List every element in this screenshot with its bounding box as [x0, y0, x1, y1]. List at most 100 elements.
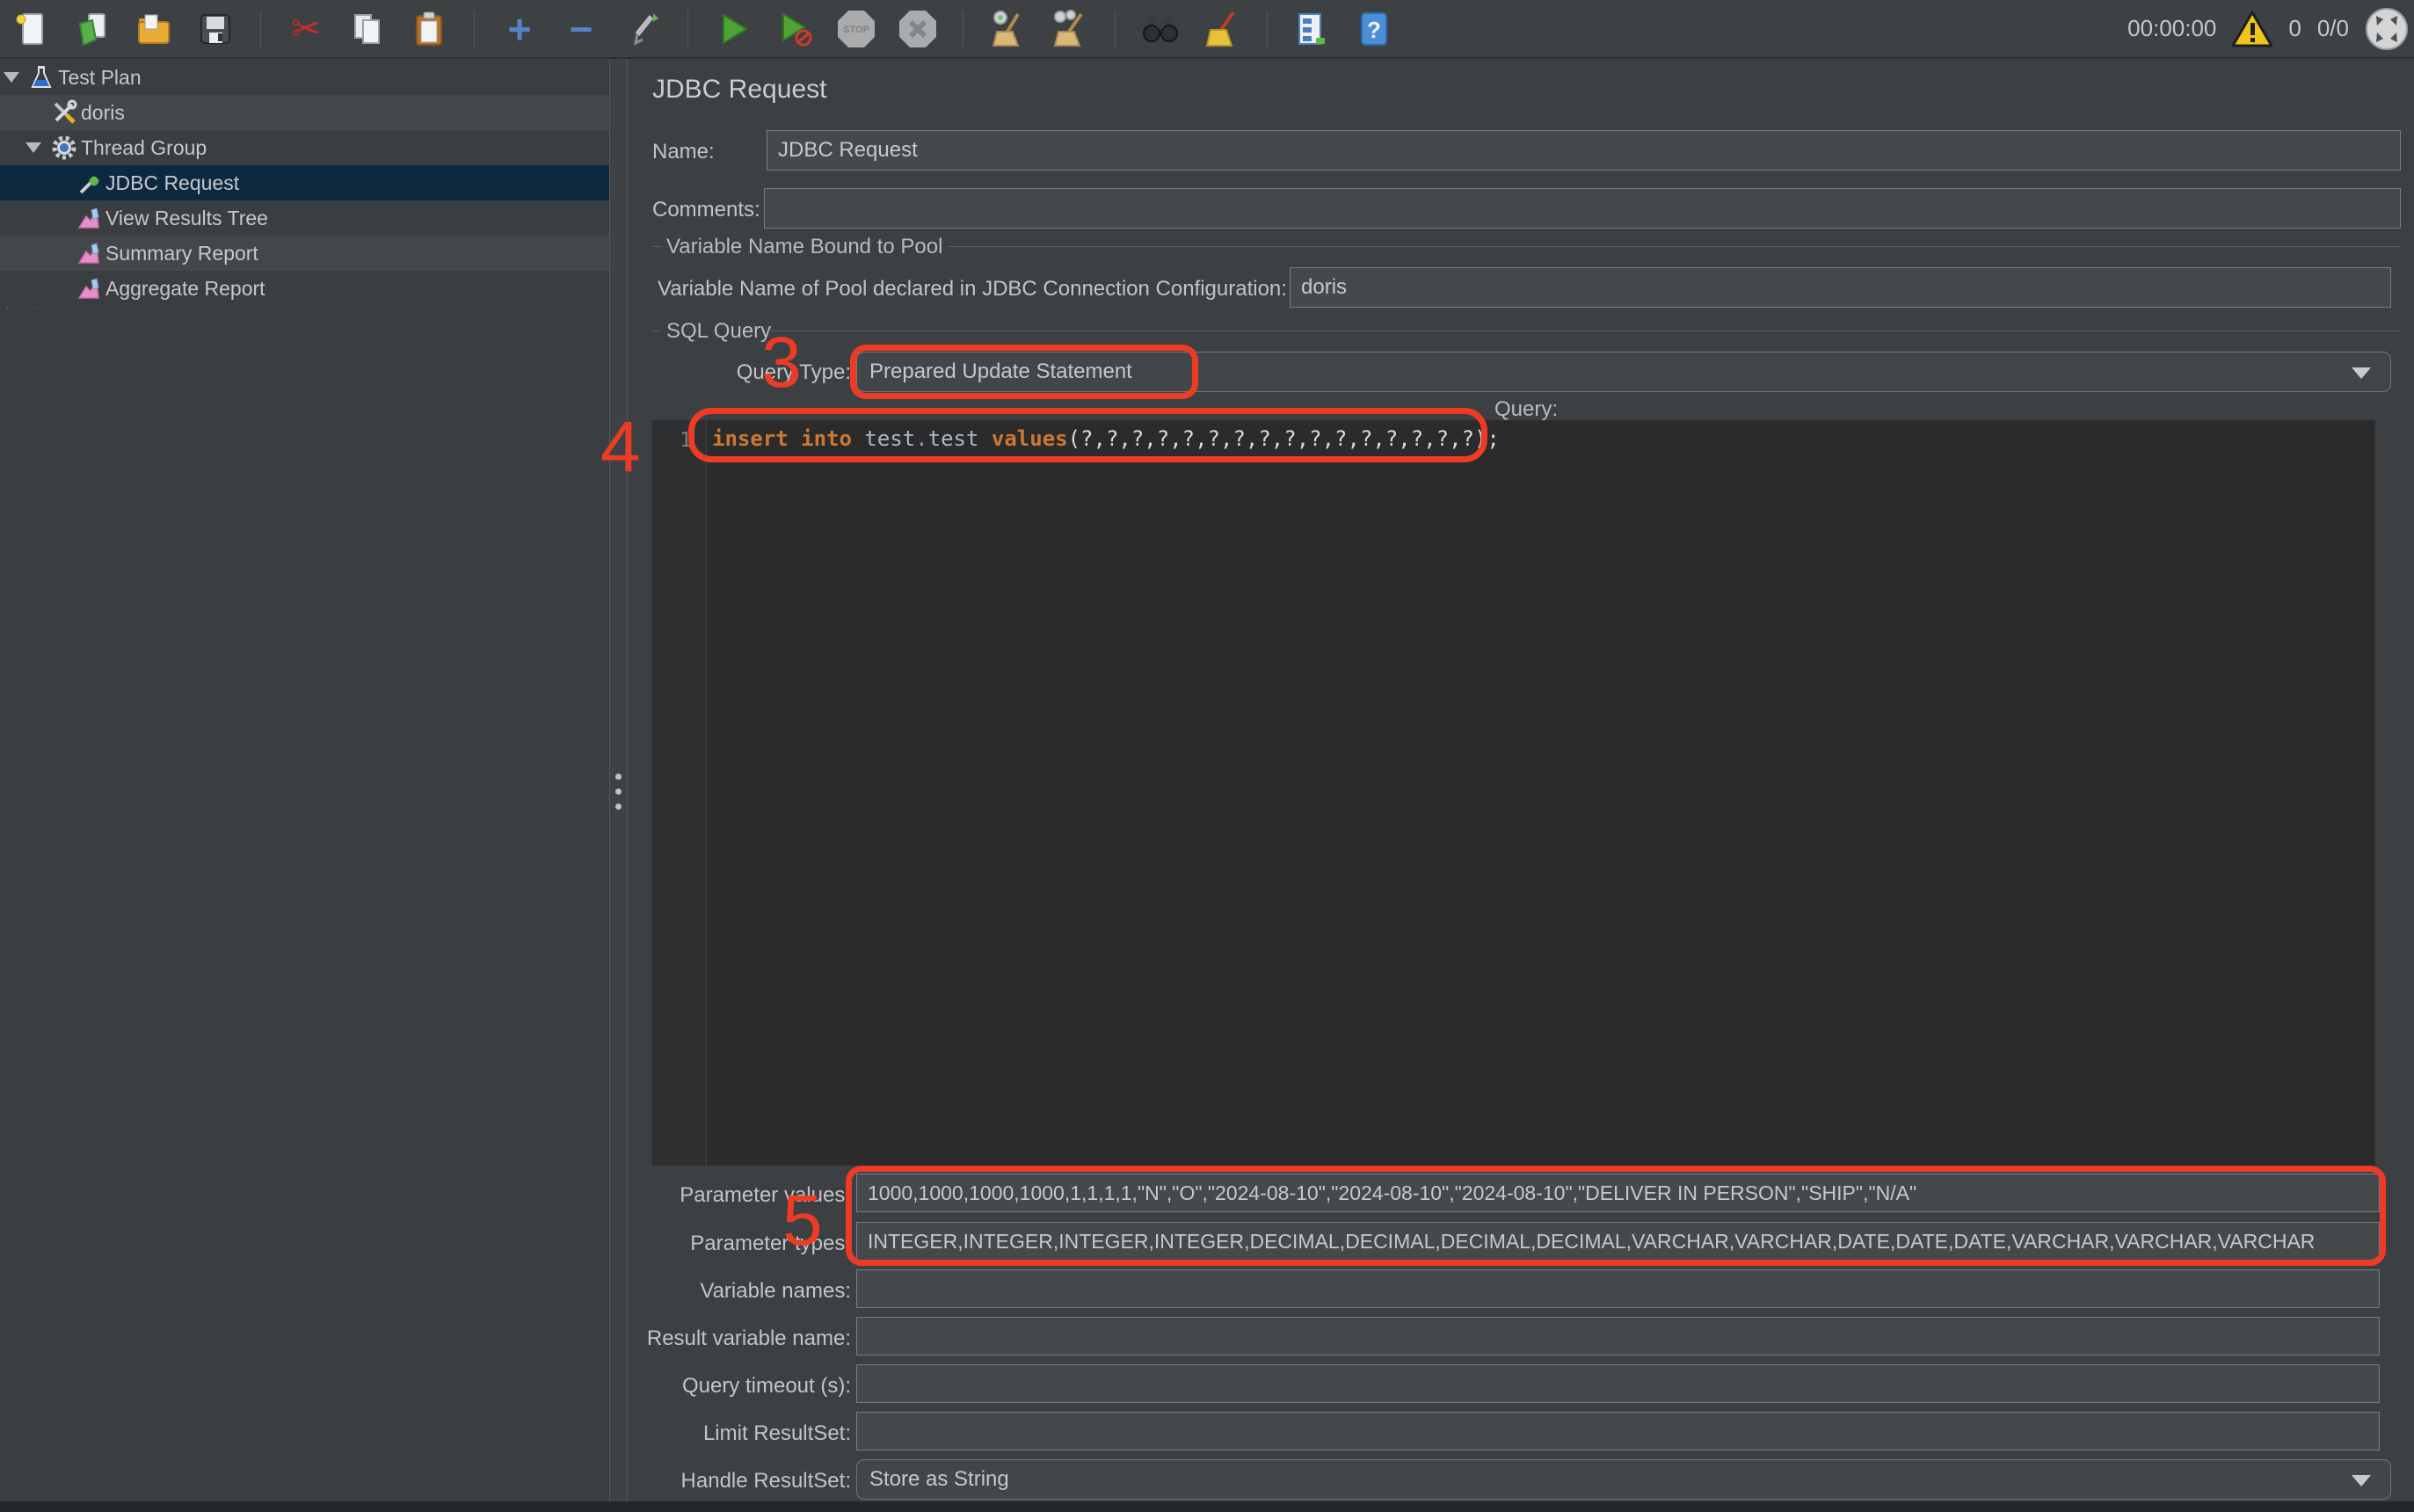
result-variable-name-input[interactable] — [856, 1317, 2380, 1356]
annotation-number-3: 3 — [761, 327, 802, 399]
stop-button[interactable]: STOP — [834, 7, 878, 51]
name-label: Name: — [652, 140, 715, 164]
jdbc-request-panel: JDBC Request Name: Comments: Variable Na… — [628, 59, 2414, 1501]
templates-icon — [73, 10, 112, 48]
search-button[interactable] — [1138, 7, 1182, 51]
save-button[interactable] — [193, 7, 237, 51]
save-icon — [196, 10, 235, 48]
sampler-icon — [76, 170, 102, 196]
limit-resultset-input[interactable] — [856, 1412, 2380, 1450]
new-file-button[interactable] — [9, 7, 53, 51]
elapsed-timer: 00:00:00 — [2127, 15, 2216, 42]
listener-icon — [76, 205, 102, 231]
clear-all-button[interactable] — [1048, 7, 1092, 51]
toolbar-separator — [1267, 11, 1268, 47]
annotation-box-query-type — [850, 345, 1198, 399]
variable-names-label: Variable names: — [628, 1279, 851, 1304]
open-folder-icon — [135, 10, 173, 48]
tree-item-test-plan[interactable]: Test Plan — [0, 60, 609, 95]
help-button[interactable]: ? — [1352, 7, 1396, 51]
listener-icon — [76, 240, 102, 266]
tree-item-view-results-tree[interactable]: View Results Tree — [0, 200, 609, 236]
toolbar-separator — [1115, 11, 1116, 47]
name-input[interactable] — [767, 130, 2401, 171]
annotation-number-4: 4 — [600, 411, 641, 483]
new-file-icon — [11, 10, 50, 48]
start-no-pauses-button[interactable] — [773, 7, 817, 51]
editor-gutter: 1 — [652, 420, 707, 1166]
toolbar-separator — [687, 11, 688, 47]
function-helper-button[interactable] — [1291, 7, 1334, 51]
group-border — [652, 246, 661, 247]
comments-input[interactable] — [764, 188, 2401, 229]
tree-item-jdbc-request[interactable]: JDBC Request — [0, 165, 609, 200]
query-label: Query: — [1494, 397, 1558, 422]
thread-group-icon — [51, 134, 77, 161]
help-icon: ? — [1355, 10, 1393, 48]
limit-resultset-label: Limit ResultSet: — [628, 1421, 851, 1446]
grip-dot — [615, 789, 622, 795]
toggle-button[interactable] — [621, 7, 665, 51]
search-reset-button[interactable] — [1200, 7, 1244, 51]
jmeter-window: ✂ + − — [0, 0, 2414, 1512]
group-border — [948, 246, 2401, 247]
copy-icon — [348, 10, 387, 48]
chevron-down-icon[interactable] — [25, 142, 41, 153]
open-templates-button[interactable] — [70, 7, 114, 51]
toolbar: ✂ + − — [0, 0, 2414, 59]
collapse-all-button[interactable]: − — [559, 7, 603, 51]
tree-item-aggregate-report[interactable]: Aggregate Report — [0, 271, 609, 306]
chevron-down-icon — [2352, 367, 2371, 379]
paste-icon — [410, 10, 448, 48]
binoculars-icon — [1140, 9, 1181, 49]
pencil-arrow-icon — [623, 10, 662, 48]
handle-resultset-label: Handle ResultSet: — [628, 1469, 851, 1494]
warning-icon[interactable] — [2232, 11, 2272, 47]
toolbar-separator — [260, 11, 261, 47]
test-plan-tree: Test Plan doris Thread Group — [0, 59, 609, 1501]
play-icon — [714, 10, 753, 48]
copy-button[interactable] — [345, 7, 389, 51]
expand-all-button[interactable]: + — [498, 7, 542, 51]
plus-icon: + — [508, 9, 532, 49]
sql-query-editor[interactable]: 1 insert into test.test values(?,?,?,?,?… — [652, 420, 2375, 1166]
shutdown-x-icon — [897, 8, 939, 50]
error-count: 0 — [2288, 15, 2301, 42]
tree-item-summary-report[interactable]: Summary Report — [0, 236, 609, 271]
svg-text:?: ? — [1367, 17, 1381, 43]
window-bottom-edge — [0, 1501, 2414, 1512]
sql-group-title: SQL Query — [666, 319, 771, 344]
jdbc-config-icon — [51, 99, 77, 126]
listener-icon — [76, 275, 102, 302]
shutdown-button[interactable] — [896, 7, 940, 51]
threads-indicator-icon — [2365, 7, 2409, 51]
annotation-box-sql — [688, 408, 1487, 462]
test-plan-icon — [28, 64, 55, 91]
panel-splitter[interactable] — [609, 59, 628, 1501]
thread-count: 0/0 — [2317, 15, 2349, 42]
clear-button[interactable] — [986, 7, 1030, 51]
pool-name-input[interactable] — [1290, 267, 2391, 308]
start-button[interactable] — [711, 7, 755, 51]
clear-all-broom-icon — [1050, 9, 1090, 49]
annotation-box-parameters — [846, 1166, 2386, 1266]
minus-icon: − — [570, 9, 593, 49]
cut-button[interactable]: ✂ — [284, 7, 328, 51]
query-timeout-label: Query timeout (s): — [628, 1374, 851, 1399]
grip-dot — [615, 803, 622, 810]
chevron-down-icon[interactable] — [4, 72, 19, 83]
tree-item-doris-config[interactable]: doris — [0, 95, 609, 130]
annotation-number-5: 5 — [782, 1185, 823, 1257]
pool-group-title: Variable Name Bound to Pool — [666, 235, 942, 259]
paste-button[interactable] — [407, 7, 451, 51]
variable-names-input[interactable] — [856, 1269, 2380, 1308]
play-no-pause-icon — [775, 10, 814, 48]
handle-resultset-select[interactable]: Store as String — [856, 1459, 2391, 1500]
open-file-button[interactable] — [132, 7, 176, 51]
query-timeout-input[interactable] — [856, 1364, 2380, 1403]
tree-item-thread-group[interactable]: Thread Group — [0, 130, 609, 165]
toolbar-separator — [474, 11, 475, 47]
stop-icon: STOP — [835, 8, 877, 50]
handle-resultset-value: Store as String — [869, 1467, 1009, 1492]
grip-dot — [615, 774, 622, 780]
